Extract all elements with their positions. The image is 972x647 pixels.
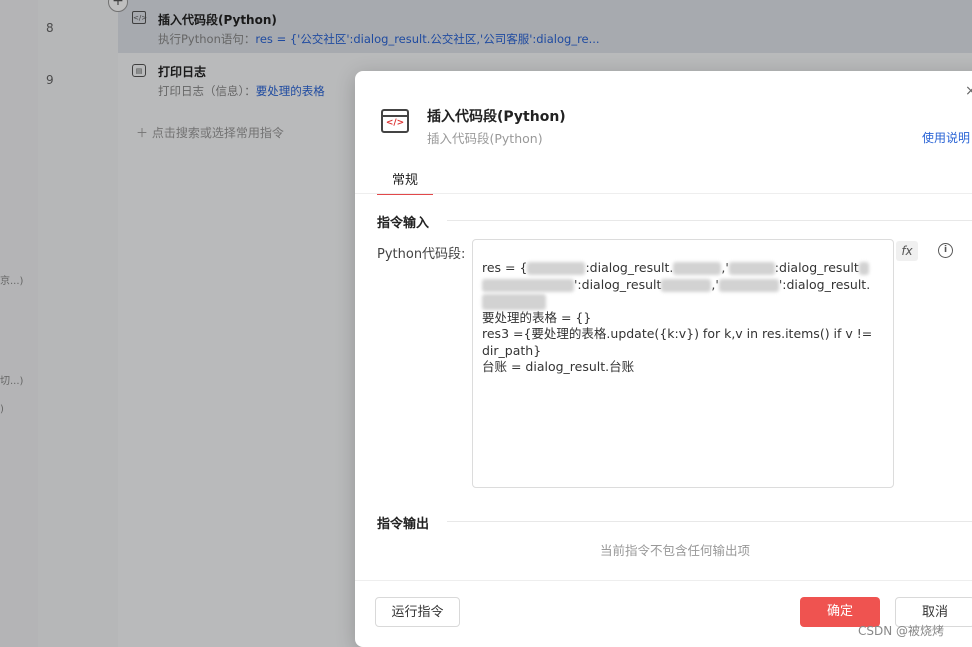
footer-divider <box>355 580 972 581</box>
dialog-title: 插入代码段(Python) <box>427 109 566 125</box>
formula-button[interactable]: fx <box>896 241 918 261</box>
section-divider <box>447 521 972 522</box>
dialog-subtitle: 插入代码段(Python) <box>427 131 543 146</box>
watermark: CSDN @被烧烤 <box>858 624 945 638</box>
output-section-title: 指令输出 <box>377 517 430 532</box>
command-dialog: × </> 插入代码段(Python) 插入代码段(Python) 使用说明 常… <box>355 71 972 647</box>
info-icon[interactable]: i <box>938 243 953 258</box>
code-window-icon: </> <box>381 109 409 133</box>
help-link[interactable]: 使用说明 <box>922 129 970 146</box>
close-icon[interactable]: × <box>965 83 972 99</box>
tab-general[interactable]: 常规 <box>377 169 433 195</box>
python-code-label: Python代码段: <box>377 247 466 262</box>
input-section-title: 指令输入 <box>377 216 430 231</box>
python-code-editor[interactable]: res = {:dialog_result. ,':dialog_result '… <box>472 239 894 488</box>
tab-divider <box>355 193 972 194</box>
no-output-message: 当前指令不包含任何输出项 <box>599 543 750 558</box>
section-divider <box>447 220 972 221</box>
run-command-button[interactable]: 运行指令 <box>375 597 460 627</box>
